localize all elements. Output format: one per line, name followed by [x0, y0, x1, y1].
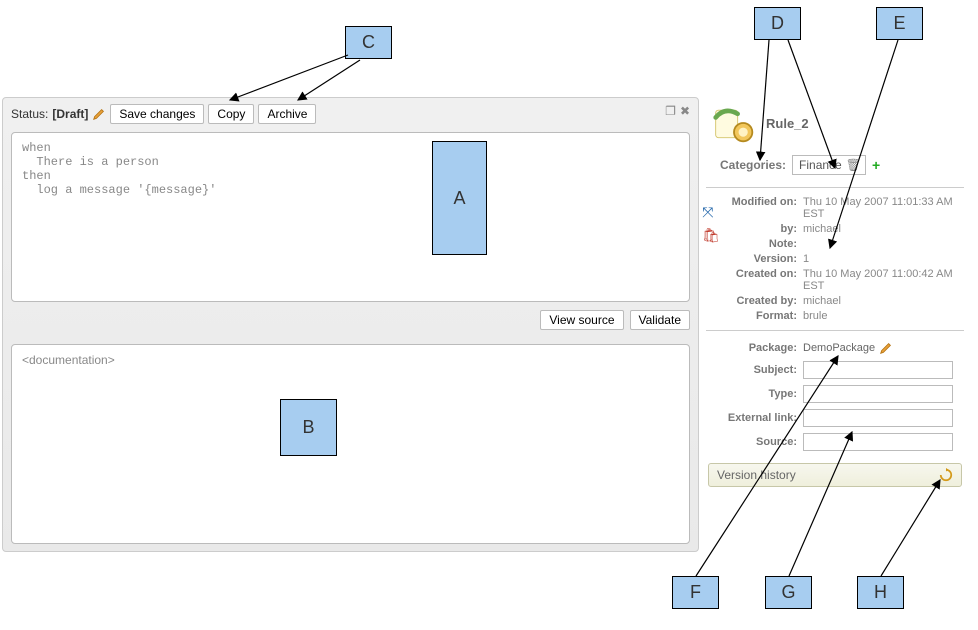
- package-row: DemoPackage: [803, 341, 962, 355]
- form-grid: Package: DemoPackage Subject: Type: Exte…: [702, 337, 968, 457]
- main-panel: Status: [Draft] Save changes Copy Archiv…: [2, 97, 699, 552]
- trash-icon[interactable]: 🗑: [846, 158, 861, 172]
- edit-status-icon[interactable]: [92, 107, 106, 121]
- package-value: DemoPackage: [803, 342, 875, 354]
- right-panel: Rule_2 Categories: Finance 🗑 + Modified …: [702, 97, 968, 487]
- separator: [706, 187, 964, 188]
- modified-on-label: Modified on:: [708, 196, 803, 220]
- annotation-F: F: [672, 576, 719, 609]
- rule-title: Rule_2: [766, 116, 809, 131]
- documentation-editor[interactable]: <documentation>: [11, 344, 690, 544]
- category-chip[interactable]: Finance 🗑: [792, 155, 866, 175]
- metadata-grid: Modified on: Thu 10 May 2007 11:01:33 AM…: [702, 194, 968, 324]
- status-row: Status: [Draft] Save changes Copy Archiv…: [11, 104, 690, 124]
- restore-icon[interactable]: ❐: [665, 104, 676, 118]
- annotation-G: G: [765, 576, 812, 609]
- version-value: 1: [803, 253, 962, 265]
- created-on-value: Thu 10 May 2007 11:00:42 AM EST: [803, 268, 962, 292]
- status-label: Status:: [11, 107, 48, 121]
- version-history-label: Version history: [717, 468, 796, 482]
- annotation-E: E: [876, 7, 923, 40]
- type-label: Type:: [708, 388, 803, 400]
- copy-button[interactable]: Copy: [208, 104, 254, 124]
- type-input[interactable]: [803, 385, 953, 403]
- categories-label: Categories:: [720, 158, 786, 172]
- external-link-label: External link:: [708, 412, 803, 424]
- annotation-D: D: [754, 7, 801, 40]
- view-source-button[interactable]: View source: [540, 310, 623, 330]
- validate-button[interactable]: Validate: [630, 310, 690, 330]
- note-label: Note:: [708, 238, 803, 250]
- rule-icon: [712, 101, 756, 145]
- source-label: Source:: [708, 436, 803, 448]
- version-history-bar[interactable]: Version history: [708, 463, 962, 487]
- editor-actions: View source Validate: [11, 310, 690, 330]
- format-value: brule: [803, 310, 962, 322]
- edit-package-icon[interactable]: [879, 341, 893, 355]
- source-input[interactable]: [803, 433, 953, 451]
- window-icons: ❐ ✖: [665, 104, 690, 118]
- annotation-H: H: [857, 576, 904, 609]
- close-icon[interactable]: ✖: [680, 104, 690, 118]
- format-label: Format:: [708, 310, 803, 322]
- add-category-icon[interactable]: +: [872, 157, 880, 173]
- package-label: Package:: [708, 342, 803, 354]
- refresh-icon[interactable]: [939, 468, 953, 482]
- subject-input[interactable]: [803, 361, 953, 379]
- separator: [706, 330, 964, 331]
- annotation-C: C: [345, 26, 392, 59]
- archive-button[interactable]: Archive: [258, 104, 316, 124]
- category-chip-label: Finance: [799, 158, 842, 172]
- version-label: Version:: [708, 253, 803, 265]
- annotation-A: A: [432, 141, 487, 255]
- status-value: [Draft]: [52, 107, 88, 121]
- created-by-label: Created by:: [708, 295, 803, 307]
- modified-by-value: michael: [803, 223, 962, 235]
- note-value: [803, 238, 962, 250]
- annotation-B: B: [280, 399, 337, 456]
- modified-by-label: by:: [708, 223, 803, 235]
- created-by-value: michael: [803, 295, 962, 307]
- documentation-placeholder: <documentation>: [22, 353, 115, 367]
- save-button[interactable]: Save changes: [110, 104, 204, 124]
- external-link-input[interactable]: [803, 409, 953, 427]
- subject-label: Subject:: [708, 364, 803, 376]
- rule-editor[interactable]: when There is a person then log a messag…: [11, 132, 690, 302]
- created-on-label: Created on:: [708, 268, 803, 292]
- categories-row: Categories: Finance 🗑 +: [702, 153, 968, 181]
- rule-header: Rule_2: [702, 97, 968, 153]
- modified-on-value: Thu 10 May 2007 11:01:33 AM EST: [803, 196, 962, 220]
